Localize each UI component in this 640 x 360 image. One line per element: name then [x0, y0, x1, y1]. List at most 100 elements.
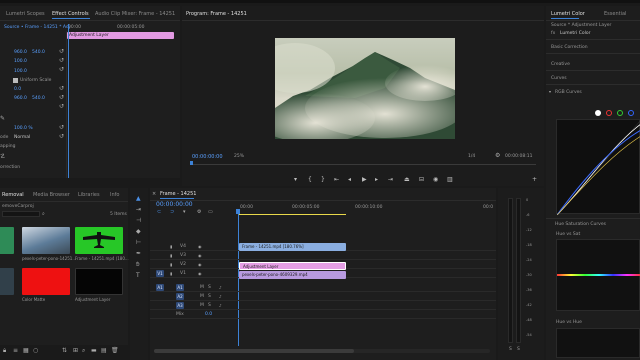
program-timecode[interactable]: 00:00:00:00	[192, 154, 223, 160]
hue-vs-hue-graph[interactable]	[556, 328, 640, 358]
reset-icon[interactable]: ↺	[59, 125, 64, 131]
zoom-select[interactable]: 25%	[234, 154, 244, 159]
ripple-edit-tool-icon[interactable]: ⊣	[136, 218, 141, 224]
reset-icon[interactable]: ↺	[59, 58, 64, 64]
reset-icon[interactable]: ↺	[59, 86, 64, 92]
curve-green-dot[interactable]	[617, 110, 623, 116]
add-marker-icon[interactable]: ▾	[183, 209, 186, 215]
go-to-in-icon[interactable]: ⇤	[334, 176, 339, 183]
step-forward-icon[interactable]: ▸	[375, 176, 378, 183]
new-item-icon[interactable]: ▤	[101, 348, 107, 354]
curve-red-dot[interactable]	[606, 110, 612, 116]
chevron-down-icon[interactable]: ▾	[549, 89, 551, 95]
project-item-thumbnail[interactable]	[0, 268, 14, 295]
track-label[interactable]: A3	[176, 302, 184, 309]
scale-width-value[interactable]: 100.0	[14, 69, 27, 74]
section-basic-correction[interactable]: Basic Correction	[551, 45, 588, 50]
tab-essential[interactable]: Essential	[604, 11, 626, 17]
track-label[interactable]: A2	[176, 293, 184, 300]
play-icon[interactable]: ▶	[362, 176, 367, 183]
sort-icon[interactable]: ⇅	[62, 348, 67, 354]
section-creative[interactable]: Creative	[551, 62, 570, 67]
wrench-icon[interactable]: ⚙	[495, 153, 500, 159]
type-tool-icon[interactable]: T	[136, 273, 140, 279]
blend-mode-select[interactable]: Normal	[14, 135, 30, 140]
reset-icon[interactable]: ↺	[59, 95, 64, 101]
add-marker-icon[interactable]: ▾	[294, 176, 297, 183]
mute-button[interactable]: M	[200, 294, 204, 299]
extract-icon[interactable]: ⊟	[419, 176, 424, 183]
reset-icon[interactable]: ↺	[59, 67, 64, 73]
source-patch-v1[interactable]: V1	[156, 270, 164, 277]
mute-button[interactable]: M	[200, 285, 204, 290]
mic-icon[interactable]: ♪	[219, 285, 222, 291]
reset-icon[interactable]: ↺	[59, 134, 64, 140]
clip-v1[interactable]: pexels-peter-pono-4609329.mp4	[239, 271, 346, 279]
close-icon[interactable]: ×	[152, 191, 156, 197]
solo-button[interactable]: S	[208, 303, 211, 308]
solo-right-button[interactable]: S	[517, 347, 520, 352]
program-monitor-title[interactable]: Program: Frame - 14251	[186, 11, 247, 17]
adjustment-layer-bar[interactable]: Adjustment Layer	[67, 32, 174, 39]
playhead[interactable]	[68, 24, 69, 178]
razor-tool-icon[interactable]: ◆	[136, 229, 141, 235]
adjustment-layer-thumbnail[interactable]	[75, 268, 123, 295]
tab-media-browser[interactable]: Media Browser	[33, 192, 70, 198]
mute-button[interactable]: M	[200, 303, 204, 308]
lock-icon[interactable]: 🔒︎	[3, 348, 6, 354]
icon-view-icon[interactable]: ▦	[23, 348, 29, 354]
tab-lumetri-scopes[interactable]: Lumetri Scopes	[6, 11, 45, 17]
project-search-input[interactable]	[2, 211, 40, 217]
slip-tool-icon[interactable]: ⊢	[136, 240, 141, 246]
section-hue-sat-curves[interactable]: Hue Saturation Curves	[555, 222, 606, 227]
captions-icon[interactable]: ▭	[208, 209, 213, 215]
project-item-thumbnail[interactable]	[75, 227, 123, 254]
pen-icon[interactable]: ✎	[0, 116, 5, 122]
project-item-thumbnail[interactable]	[22, 227, 70, 254]
position-y[interactable]: 540.0	[32, 50, 45, 55]
program-playhead[interactable]	[190, 161, 193, 165]
mix-value[interactable]: 0.0	[205, 312, 212, 317]
lock-icon[interactable]: ▮	[170, 253, 172, 259]
comparison-view-icon[interactable]: ▥	[447, 176, 453, 183]
timeline-timecode[interactable]: 00:00:00:00	[156, 201, 193, 208]
pen-tool-icon[interactable]: ✒	[136, 251, 141, 257]
wrench-icon[interactable]: ⚙	[197, 209, 201, 215]
tab-lumetri-color[interactable]: Lumetri Color	[551, 11, 585, 17]
lock-icon[interactable]: ▮	[170, 271, 172, 277]
delete-icon[interactable]: 🗑︎	[111, 348, 119, 354]
rotation-value[interactable]: 0.0	[14, 87, 21, 92]
eye-icon[interactable]: ◉	[198, 271, 202, 277]
source-patch-a1[interactable]: A1	[156, 284, 164, 291]
hand-tool-icon[interactable]: ✋︎	[136, 262, 139, 268]
lock-icon[interactable]: ▮	[170, 262, 172, 268]
position-x[interactable]: 960.0	[14, 50, 27, 55]
reset-icon[interactable]: ↺	[59, 104, 64, 110]
section-rgb-curves[interactable]: RGB Curves	[555, 90, 582, 95]
rgb-curve-graph[interactable]	[556, 119, 640, 216]
tab-libraries[interactable]: Libraries	[78, 192, 100, 198]
clip-v3[interactable]: Frame - 14251.mp4 [180.76%]	[239, 243, 346, 251]
reset-icon[interactable]: ↺	[59, 49, 64, 55]
section-curves[interactable]: Curves	[551, 76, 567, 81]
curve-white-dot[interactable]	[595, 110, 601, 116]
mic-icon[interactable]: ♪	[219, 294, 222, 300]
timeline-scroll-thumb[interactable]	[154, 349, 354, 353]
quality-select[interactable]: 1/4	[468, 154, 475, 159]
program-scrubber[interactable]	[190, 164, 536, 165]
new-bin-icon[interactable]: ▬	[91, 348, 97, 354]
zoom-slider-icon[interactable]: ○	[33, 348, 38, 354]
mark-in-icon[interactable]: {	[308, 176, 312, 183]
snap-icon[interactable]: ⊂	[157, 209, 161, 215]
automate-icon[interactable]: ⊞	[73, 348, 78, 354]
clip-v2-adjustment[interactable]: Adjustment Layer	[239, 262, 346, 270]
source-selector[interactable]: Source • Frame - 14251 * Adj	[4, 25, 70, 30]
color-matte-thumbnail[interactable]	[22, 268, 70, 295]
eye-icon[interactable]: ◉	[198, 244, 202, 250]
linked-selection-icon[interactable]: ⊃	[170, 209, 174, 215]
mic-icon[interactable]: ♪	[219, 303, 222, 309]
tab-info[interactable]: Info	[110, 192, 119, 198]
step-back-icon[interactable]: ◂	[348, 176, 351, 183]
go-to-out-icon[interactable]: ⇥	[388, 176, 393, 183]
scale-value[interactable]: 100.0	[14, 59, 27, 64]
